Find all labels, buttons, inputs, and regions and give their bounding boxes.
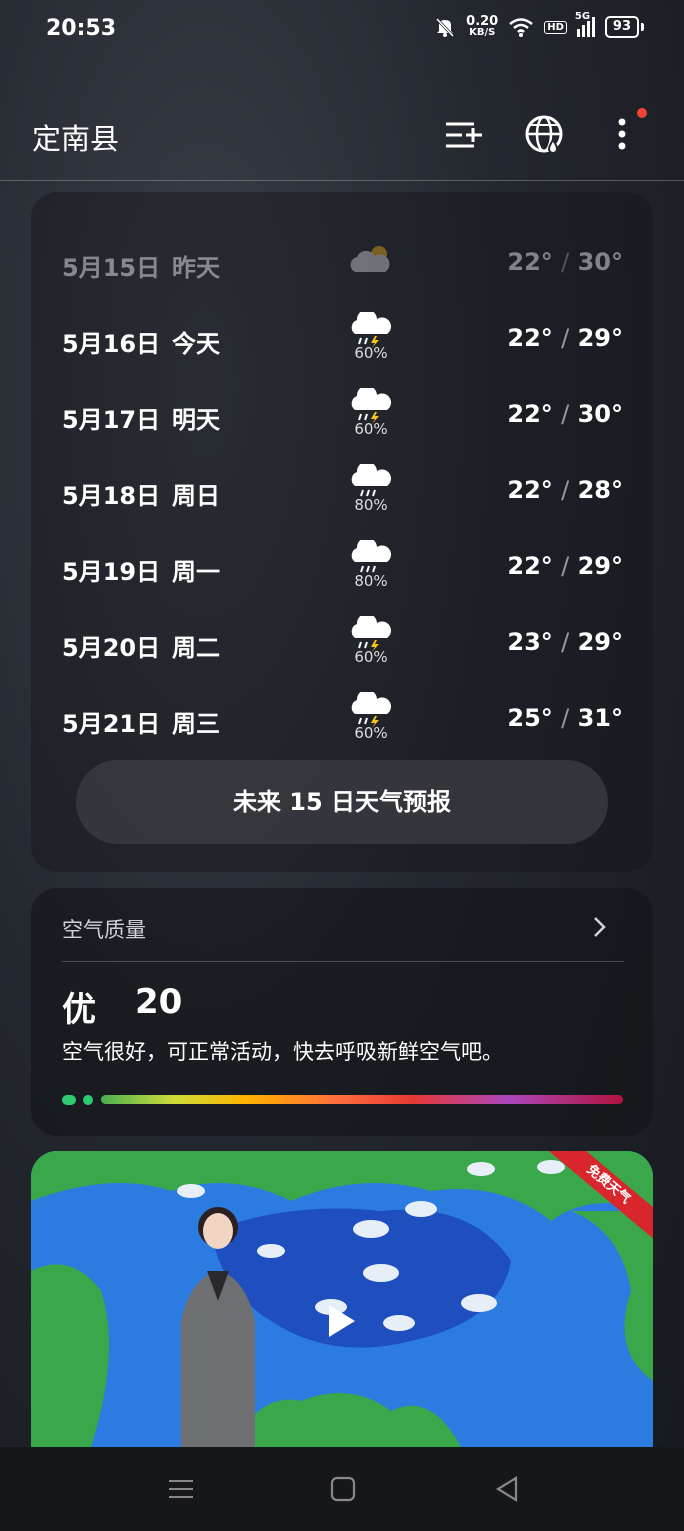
- temp-high: 29°: [577, 324, 623, 352]
- forecast-15-day-button[interactable]: 未来 15 日天气预报: [76, 760, 608, 844]
- temp-separator: /: [561, 628, 570, 656]
- temp-high: 29°: [577, 552, 623, 580]
- forecast-day: 今天: [172, 330, 220, 358]
- divider: [62, 961, 624, 962]
- forecast-day: 周日: [172, 482, 220, 510]
- thunder-rain-icon: [351, 616, 391, 652]
- battery-icon: 93: [604, 16, 639, 38]
- forecast-day: 周三: [172, 710, 220, 738]
- signal-icon: 5G: [575, 11, 595, 37]
- forecast-row-sun[interactable]: 5月18日 周日 80% 22° / 28°: [31, 450, 653, 526]
- thunder-rain-icon: [351, 312, 391, 348]
- temp-low: 25°: [507, 704, 553, 732]
- play-icon[interactable]: [309, 1291, 369, 1351]
- temp-low: 22°: [507, 324, 553, 352]
- forecast-card: 5月15日 昨天 22° / 30° 5月16日 今天 60% 22° / 29…: [31, 192, 653, 872]
- temp-low: 23°: [507, 628, 553, 656]
- rain-icon: [351, 540, 391, 573]
- forecast-temp: 22° / 30°: [507, 400, 623, 428]
- app-header: 定南县: [0, 100, 684, 181]
- weather-video-card[interactable]: 免费天气: [31, 1151, 653, 1447]
- aqi-indicator: [62, 1095, 76, 1105]
- thunder-rain-icon: [351, 692, 391, 728]
- forecast-day: 周二: [172, 634, 220, 662]
- temp-low: 22°: [507, 476, 553, 504]
- temp-separator: /: [561, 400, 570, 428]
- temp-high: 28°: [577, 476, 623, 504]
- home-icon[interactable]: [327, 1473, 359, 1505]
- temp-separator: /: [561, 552, 570, 580]
- forecast-row-mon[interactable]: 5月19日 周一 80% 22° / 29°: [31, 526, 653, 602]
- net-speed-unit: KB/S: [469, 27, 496, 38]
- forecast-day: 周一: [172, 558, 220, 586]
- temp-low: 22°: [507, 248, 553, 276]
- precip-pct: 80%: [354, 572, 388, 590]
- cloudy-icon: [350, 246, 390, 272]
- air-quality-card[interactable]: 空气质量 优 20 空气很好，可正常活动，快去呼吸新鲜空气吧。: [31, 888, 653, 1136]
- air-quality-value: 20: [135, 982, 183, 1022]
- recent-apps-icon[interactable]: [165, 1473, 197, 1505]
- forecast-date: 5月21日: [62, 710, 161, 738]
- temp-separator: /: [561, 324, 570, 352]
- net-speed-value: 0.20: [466, 14, 499, 29]
- status-icons: 0.20 KB/S HD 5G 93: [434, 11, 644, 38]
- forecast-day: 明天: [172, 406, 220, 434]
- forecast-temp: 22° / 29°: [507, 324, 623, 352]
- city-name[interactable]: 定南县: [32, 116, 119, 158]
- aqi-scale-bar: [101, 1095, 623, 1104]
- forecast-temp: 22° / 30°: [507, 248, 623, 276]
- temp-separator: /: [561, 704, 570, 732]
- rain-icon: [351, 464, 391, 497]
- forecast-day: 昨天: [172, 254, 220, 282]
- globe-icon[interactable]: [520, 110, 568, 158]
- mute-bell-icon: [436, 17, 455, 38]
- precip-pct: 60%: [354, 724, 388, 742]
- signal-label: 5G: [574, 11, 591, 22]
- forecast-temp: 25° / 31°: [507, 704, 623, 732]
- forecast-date: 5月19日: [62, 558, 161, 586]
- forecast-date: 5月20日: [62, 634, 161, 662]
- back-icon[interactable]: [491, 1473, 523, 1505]
- manage-cities-icon[interactable]: [440, 110, 488, 158]
- forecast-temp: 23° / 29°: [507, 628, 623, 656]
- notification-dot: [637, 108, 647, 118]
- air-quality-description: 空气很好，可正常活动，快去呼吸新鲜空气吧。: [62, 1040, 503, 1064]
- forecast-row-today[interactable]: 5月16日 今天 60% 22° / 29°: [31, 298, 653, 374]
- forecast-date: 5月18日: [62, 482, 161, 510]
- status-bar: 20:53 0.20 KB/S HD 5G 93: [0, 0, 684, 62]
- forecast-row-tomorrow[interactable]: 5月17日 明天 60% 22° / 30°: [31, 374, 653, 450]
- air-quality-level: 优: [62, 990, 96, 1030]
- battery-nub: [641, 23, 644, 31]
- forecast-date: 5月17日: [62, 406, 161, 434]
- wifi-icon: [509, 18, 534, 37]
- precip-pct: 60%: [354, 420, 388, 438]
- precip-pct: 80%: [354, 496, 388, 514]
- temp-high: 29°: [577, 628, 623, 656]
- forecast-date: 5月15日: [62, 254, 161, 282]
- temp-low: 22°: [507, 552, 553, 580]
- hd-badge: HD: [544, 20, 567, 34]
- temp-high: 31°: [577, 704, 623, 732]
- status-time: 20:53: [46, 16, 117, 41]
- air-quality-title: 空气质量: [62, 918, 146, 942]
- forecast-row-wed[interactable]: 5月21日 周三 60% 25° / 31°: [31, 678, 653, 754]
- chevron-right-icon[interactable]: [587, 912, 611, 942]
- aqi-indicator-dot: [83, 1095, 93, 1105]
- precip-pct: 60%: [354, 648, 388, 666]
- system-navbar: [0, 1447, 684, 1531]
- precip-pct: 60%: [354, 344, 388, 362]
- temp-separator: /: [561, 248, 570, 276]
- temp-separator: /: [561, 476, 570, 504]
- temp-low: 22°: [507, 400, 553, 428]
- forecast-row-yesterday[interactable]: 5月15日 昨天 22° / 30°: [31, 222, 653, 298]
- forecast-row-tue[interactable]: 5月20日 周二 60% 23° / 29°: [31, 602, 653, 678]
- net-speed: 0.20 KB/S: [466, 14, 499, 38]
- forecast-temp: 22° / 29°: [507, 552, 623, 580]
- temp-high: 30°: [577, 400, 623, 428]
- forecast-date: 5月16日: [62, 330, 161, 358]
- thunder-rain-icon: [351, 388, 391, 424]
- temp-high: 30°: [577, 248, 623, 276]
- forecast-temp: 22° / 28°: [507, 476, 623, 504]
